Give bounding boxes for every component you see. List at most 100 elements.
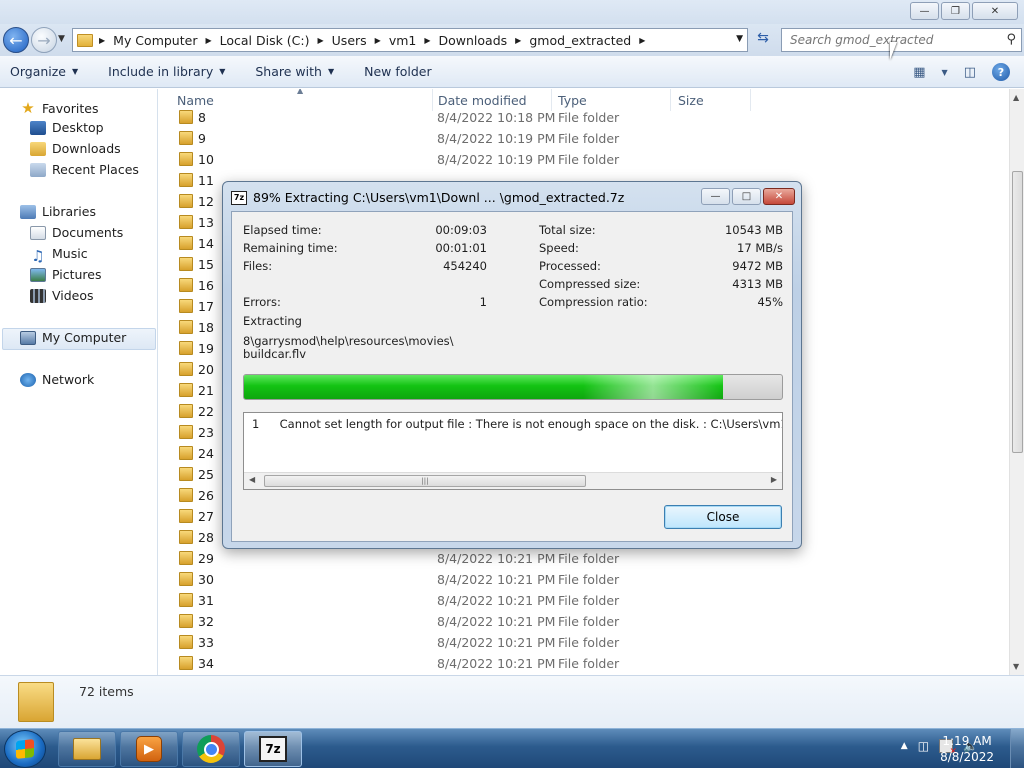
nav-documents[interactable]: Documents xyxy=(30,225,123,240)
horizontal-scrollbar[interactable]: ◀ ||| ▶ xyxy=(244,472,782,489)
nav-music[interactable]: ♫ Music xyxy=(30,246,87,265)
chevron-down-icon[interactable]: ▼ xyxy=(736,34,743,44)
close-button[interactable]: Close xyxy=(664,505,782,529)
clock[interactable]: 1:19 AM 8/8/2022 xyxy=(940,733,994,765)
breadcrumb-item[interactable]: Downloads xyxy=(439,33,508,48)
chevron-right-icon[interactable]: ▶ xyxy=(99,36,105,45)
back-button[interactable]: ← xyxy=(3,27,29,53)
error-message: Cannot set length for output file : Ther… xyxy=(279,417,782,431)
nav-favorites[interactable]: ★ Favorites xyxy=(20,99,98,117)
chevron-right-icon[interactable]: ▶ xyxy=(639,36,645,45)
desktop-icon xyxy=(30,120,46,135)
date-modified: 8/4/2022 10:21 PM xyxy=(437,593,556,608)
network-tray-icon[interactable]: ◫ xyxy=(918,739,929,753)
nav-pictures[interactable]: Pictures xyxy=(30,267,102,282)
new-folder-button[interactable]: New folder xyxy=(364,64,432,79)
scroll-up-arrow-icon[interactable]: ▲ xyxy=(1013,93,1019,102)
refresh-icon[interactable]: ⇆ xyxy=(752,30,774,50)
folder-icon xyxy=(179,278,193,292)
chevron-down-icon: ▼ xyxy=(327,67,335,76)
taskbar-media-player[interactable]: ▶ xyxy=(120,731,178,767)
nav-desktop[interactable]: Desktop xyxy=(30,120,104,135)
chevron-right-icon[interactable]: ▶ xyxy=(515,36,521,45)
breadcrumb-item[interactable]: Local Disk (C:) xyxy=(220,33,310,48)
show-desktop-button[interactable] xyxy=(1010,729,1024,768)
scrollbar-thumb[interactable]: ||| xyxy=(264,475,586,487)
nav-downloads[interactable]: Downloads xyxy=(30,141,121,156)
nav-my-computer[interactable]: My Computer xyxy=(20,330,126,345)
minimize-button[interactable]: — xyxy=(910,2,939,20)
date-modified: 8/4/2022 10:21 PM xyxy=(437,635,556,650)
chevron-down-icon[interactable]: ▼ xyxy=(942,68,948,77)
chevron-right-icon[interactable]: ▶ xyxy=(205,36,211,45)
progress-bar-fill xyxy=(244,375,723,399)
video-icon xyxy=(30,288,46,303)
file-name: 30 xyxy=(198,572,214,587)
chevron-right-icon[interactable]: ▶ xyxy=(318,36,324,45)
share-with-menu[interactable]: Share with ▼ xyxy=(255,64,334,79)
breadcrumb-item[interactable]: gmod_extracted xyxy=(529,33,631,48)
breadcrumb-item[interactable]: My Computer xyxy=(113,33,197,48)
chevron-right-icon[interactable]: ▶ xyxy=(424,36,430,45)
scroll-right-arrow-icon[interactable]: ▶ xyxy=(771,475,777,484)
breadcrumb: ▶ My Computer ▶ Local Disk (C:) ▶ Users … xyxy=(99,33,653,48)
list-item[interactable]: 29 8/4/2022 10:21 PM File folder xyxy=(159,548,1009,569)
preview-pane-icon[interactable]: ◫ xyxy=(964,65,976,80)
file-name: 24 xyxy=(198,446,214,461)
chevron-right-icon[interactable]: ▶ xyxy=(375,36,381,45)
help-icon[interactable]: ? xyxy=(992,63,1010,81)
restore-button[interactable]: ❐ xyxy=(941,2,970,20)
folder-icon xyxy=(179,593,193,607)
breadcrumb-item[interactable]: Users xyxy=(332,33,367,48)
address-bar[interactable]: ▶ My Computer ▶ Local Disk (C:) ▶ Users … xyxy=(72,28,748,52)
dialog-minimize-button[interactable]: — xyxy=(701,188,730,205)
start-button[interactable] xyxy=(4,730,46,768)
elapsed-time-value: 00:09:03 xyxy=(435,223,487,237)
list-item[interactable]: 8 8/4/2022 10:18 PM File folder xyxy=(159,107,1009,128)
file-name: 32 xyxy=(198,614,214,629)
list-item[interactable]: 30 8/4/2022 10:21 PM File folder xyxy=(159,569,1009,590)
scroll-down-arrow-icon[interactable]: ▼ xyxy=(1013,662,1019,671)
recent-pages-dropdown-icon[interactable]: ▼ xyxy=(58,34,65,44)
error-entry[interactable]: 1 Cannot set length for output file : Th… xyxy=(252,417,782,431)
nav-label: Pictures xyxy=(52,267,102,282)
forward-button[interactable]: → xyxy=(31,27,57,53)
breadcrumb-item[interactable]: vm1 xyxy=(389,33,417,48)
change-view-icon[interactable]: ▦ xyxy=(913,65,925,80)
list-item[interactable]: 32 8/4/2022 10:21 PM File folder xyxy=(159,611,1009,632)
error-list[interactable]: 1 Cannot set length for output file : Th… xyxy=(243,412,783,490)
vertical-scrollbar[interactable]: ▲ ▼ xyxy=(1009,89,1024,675)
file-name: 11 xyxy=(198,173,214,188)
nav-libraries[interactable]: Libraries xyxy=(20,204,96,219)
scrollbar-thumb[interactable] xyxy=(1012,171,1023,453)
file-name: 29 xyxy=(198,551,214,566)
show-hidden-icons-icon[interactable]: ▲ xyxy=(901,741,908,751)
dialog-close-button[interactable]: ✕ xyxy=(763,188,795,205)
total-size-value: 10543 MB xyxy=(724,223,783,237)
taskbar-7zip[interactable]: 7z xyxy=(244,731,302,767)
list-item[interactable]: 31 8/4/2022 10:21 PM File folder xyxy=(159,590,1009,611)
folder-icon xyxy=(179,572,193,586)
taskbar-explorer[interactable] xyxy=(58,731,116,767)
dialog-maximize-button[interactable]: □ xyxy=(732,188,761,205)
scroll-left-arrow-icon[interactable]: ◀ xyxy=(249,475,255,484)
nav-network[interactable]: Network xyxy=(20,372,94,387)
list-item[interactable]: 34 8/4/2022 10:21 PM File folder xyxy=(159,653,1009,674)
list-item[interactable]: 10 8/4/2022 10:19 PM File folder xyxy=(159,149,1009,170)
speed-label: Speed: xyxy=(539,241,579,255)
nav-videos[interactable]: Videos xyxy=(30,288,94,303)
media-player-icon: ▶ xyxy=(136,736,162,762)
folder-icon xyxy=(179,341,193,355)
organize-menu[interactable]: Organize ▼ xyxy=(10,64,78,79)
nav-recent-places[interactable]: Recent Places xyxy=(30,162,139,177)
list-item[interactable]: 33 8/4/2022 10:21 PM File folder xyxy=(159,632,1009,653)
close-window-button[interactable]: ✕ xyxy=(972,2,1018,20)
item-count: 72 items xyxy=(79,684,134,699)
search-icon[interactable]: ⚲ xyxy=(1006,32,1016,47)
include-in-library-menu[interactable]: Include in library ▼ xyxy=(108,64,225,79)
list-item[interactable]: 9 8/4/2022 10:19 PM File folder xyxy=(159,128,1009,149)
date-modified: 8/4/2022 10:18 PM xyxy=(437,110,556,125)
nav-label: Favorites xyxy=(42,100,99,116)
taskbar-chrome[interactable] xyxy=(182,731,240,767)
folder-icon xyxy=(179,173,193,187)
